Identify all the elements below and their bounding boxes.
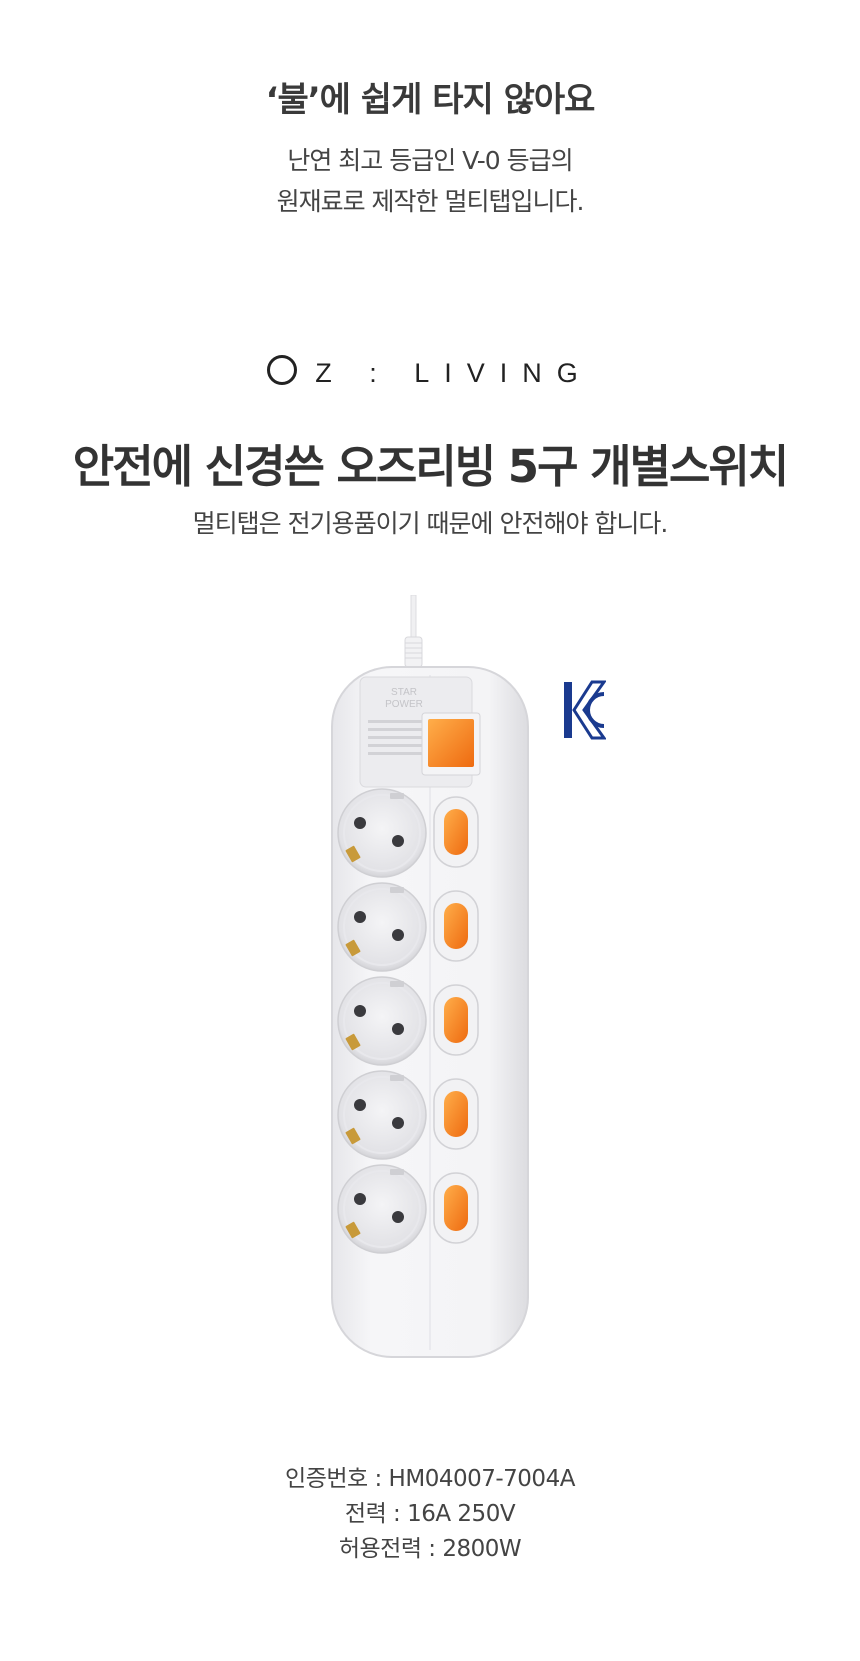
brand-label-power: POWER [385, 699, 423, 710]
intro-description: 난연 최고 등급인 V-0 등급의 원재료로 제작한 멀티탭입니다. [0, 140, 860, 222]
product-specs: 인증번호 : HM04007-7004A 전력 : 16A 250V 허용전력 … [0, 1462, 860, 1567]
socket-outlet [337, 882, 427, 972]
socket-outlet [337, 976, 427, 1066]
spec-max-power: 허용전력 : 2800W [338, 1536, 522, 1562]
brand-logo: Z : LIVING [0, 355, 860, 389]
spec-power: 전력 : 16A 250V [344, 1501, 516, 1527]
product-subtitle: 멀티탭은 전기용품이기 때문에 안전해야 합니다. [192, 509, 669, 538]
individual-switch[interactable] [433, 984, 479, 1056]
individual-switch[interactable] [433, 796, 479, 868]
kc-mark-icon [564, 680, 606, 740]
spec-cert-number: 인증번호 : HM04007-7004A [285, 1466, 575, 1492]
brand-logo-text: Z : LIVING [315, 358, 593, 388]
socket-outlet [337, 788, 427, 878]
intro-headline: ‘불’에 쉽게 타지 않아요 [265, 80, 596, 120]
individual-switch[interactable] [433, 1078, 479, 1150]
socket-outlet [337, 1164, 427, 1254]
power-strip-image: STAR POWER [331, 595, 529, 1358]
individual-switch[interactable] [433, 890, 479, 962]
individual-switch[interactable] [433, 1172, 479, 1244]
intro-description-line-1: 난연 최고 등급인 V-0 등급의 [287, 146, 573, 175]
intro-description-line-2: 원재료로 제작한 멀티탭입니다. [276, 187, 585, 216]
socket-outlet [337, 1070, 427, 1160]
brand-label-star: STAR [391, 687, 417, 698]
product-title: 안전에 신경쓴 오즈리빙 5구 개별스위치 [72, 440, 789, 493]
brand-logo-circle-icon [267, 355, 298, 385]
